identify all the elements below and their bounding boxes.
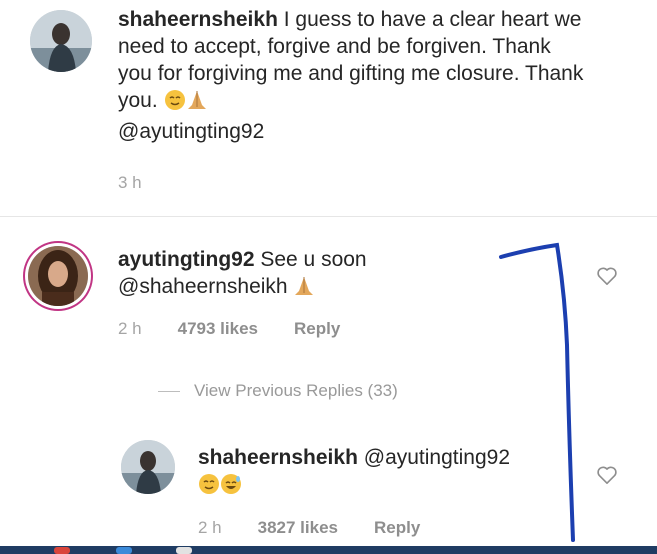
comment-meta: 2 h 3827 likes Reply <box>198 518 420 538</box>
comment-text: See u soon <box>254 248 367 271</box>
comment-username[interactable]: shaheernsheikh <box>118 8 278 31</box>
view-previous-replies[interactable]: View Previous Replies (33) <box>158 381 398 401</box>
comment-mention[interactable]: @ayutingting92 <box>364 446 510 469</box>
avatar[interactable] <box>28 246 88 306</box>
profile-photo <box>28 246 88 306</box>
avatar[interactable] <box>121 440 175 494</box>
taskbar-app-icon[interactable] <box>54 547 70 554</box>
heart-outline-icon[interactable] <box>596 465 618 485</box>
comment-time[interactable]: 3 h <box>118 173 142 193</box>
folded-hands-emoji <box>186 89 208 118</box>
comment-username[interactable]: shaheernsheikh <box>198 446 358 469</box>
profile-photo <box>30 10 92 72</box>
comment-body: shaheernsheikh I guess to have a clear h… <box>118 6 588 145</box>
comment-username[interactable]: ayutingting92 <box>118 248 255 271</box>
comment-time[interactable]: 2 h <box>118 319 142 339</box>
taskbar-app-icon[interactable] <box>116 547 132 554</box>
profile-photo <box>121 440 175 494</box>
replies-line <box>158 390 180 392</box>
annotation-bracket <box>499 242 575 542</box>
comment-meta: 3 h <box>118 173 142 193</box>
grinning-sweat-emoji <box>220 473 242 502</box>
likes-count[interactable]: 3827 likes <box>258 518 338 538</box>
relieved-face-emoji <box>198 473 220 502</box>
relieved-face-emoji <box>164 89 186 118</box>
comment-mention[interactable]: @ayutingting92 <box>118 120 264 143</box>
likes-count[interactable]: 4793 likes <box>178 319 258 339</box>
heart-outline-icon[interactable] <box>596 266 618 286</box>
taskbar-app-icon[interactable] <box>176 547 192 554</box>
divider <box>0 216 657 217</box>
comment-body: ayutingting92 See u soon @shaheernsheikh <box>118 246 538 304</box>
comment-meta: 2 h 4793 likes Reply <box>118 319 340 339</box>
reply-button[interactable]: Reply <box>374 518 420 538</box>
reply-button[interactable]: Reply <box>294 319 340 339</box>
view-previous-replies-label: View Previous Replies (33) <box>194 381 398 400</box>
comment-mention[interactable]: @shaheernsheikh <box>118 275 288 298</box>
avatar[interactable] <box>30 10 92 72</box>
comment-time[interactable]: 2 h <box>198 518 222 538</box>
folded-hands-emoji <box>293 275 315 304</box>
taskbar <box>0 546 657 554</box>
